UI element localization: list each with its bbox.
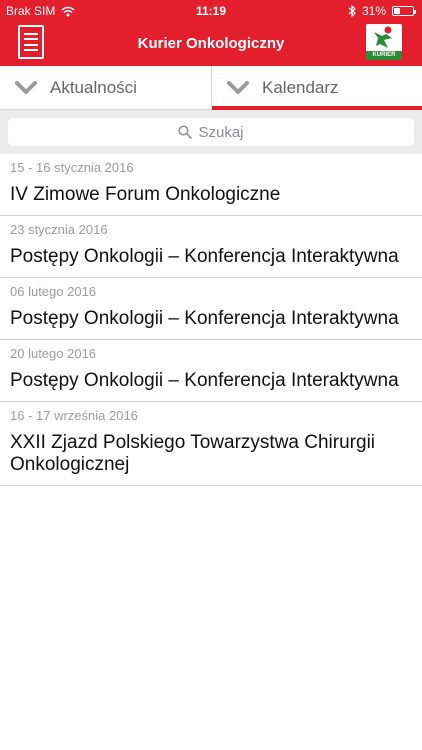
tab-kalendarz[interactable]: Kalendarz [211,66,422,110]
tab-aktualnosci[interactable]: Aktualności [0,66,211,110]
event-title: Postępy Onkologii – Konferencja Interakt… [10,308,399,329]
event-title: IV Zimowe Forum Onkologiczne [10,184,281,205]
event-title: Postępy Onkologii – Konferencja Interakt… [10,246,399,267]
event-list: 15 - 16 stycznia 2016 IV Zimowe Forum On… [0,154,422,486]
tab-label: Kalendarz [262,78,339,97]
event-date: 15 - 16 stycznia 2016 [10,160,134,175]
event-date: 23 stycznia 2016 [10,222,108,237]
search-bar: Szukaj [0,110,422,154]
event-title: Postępy Onkologii – Konferencja Interakt… [10,370,399,391]
app-title: Kurier Onkologiczny [137,35,285,52]
battery-level [394,8,400,14]
status-right: 31% [348,4,416,18]
logo-text: KURIER [366,51,402,60]
nav-bar: Kurier Onkologiczny KURIER [0,22,422,66]
battery-percent: 31% [361,4,386,18]
kurier-logo: KURIER [366,24,402,60]
app-header: Brak SIM 11:19 31% Kurier Onkologiczny K… [0,0,422,66]
chevron-down-icon [15,80,37,94]
status-bar: Brak SIM 11:19 31% [0,0,422,22]
chevron-down-icon [227,81,249,94]
list-item[interactable]: 23 stycznia 2016 Postępy Onkologii – Kon… [0,216,422,278]
search-icon [178,125,193,139]
search-input[interactable]: Szukaj [8,118,414,146]
list-item[interactable]: 20 lutego 2016 Postępy Onkologii – Konfe… [0,340,422,402]
tab-label: Aktualności [50,77,137,97]
event-date: 16 - 17 września 2016 [10,408,138,423]
event-title: XXII Zjazd Polskiego Towarzystwa Chirurg… [10,432,376,475]
battery-icon [392,6,416,16]
logo-figure-icon [374,26,392,48]
event-date: 06 lutego 2016 [10,284,97,299]
app-screen: Brak SIM 11:19 31% Kurier Onkologiczny K… [0,0,422,750]
search-placeholder: Szukaj [198,123,244,141]
list-item[interactable]: 16 - 17 września 2016 XXII Zjazd Polskie… [0,402,422,486]
list-item[interactable]: 06 lutego 2016 Postępy Onkologii – Konfe… [0,278,422,340]
tab-bar: Aktualności Kalendarz [0,66,422,110]
list-item[interactable]: 15 - 16 stycznia 2016 IV Zimowe Forum On… [0,154,422,216]
bluetooth-icon [348,5,356,17]
event-date: 20 lutego 2016 [10,346,97,361]
